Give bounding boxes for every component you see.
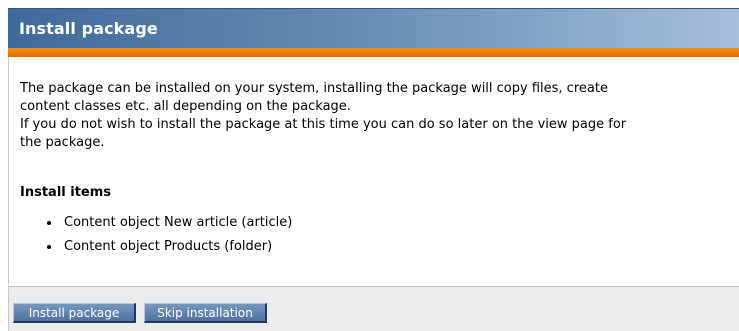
install-description: The package can be installed on your sys… — [20, 80, 739, 152]
install-items-heading: Install items — [20, 185, 112, 200]
install-items-list: Content object New article (article) Con… — [47, 214, 292, 262]
bullet-icon — [47, 221, 51, 225]
list-item-label: Content object New article (article) — [64, 215, 293, 230]
panel-content: The package can be installed on your sys… — [8, 57, 739, 285]
list-item-label: Content object Products (folder) — [64, 239, 273, 254]
list-item: Content object New article (article) — [47, 214, 292, 238]
panel-title: Install package — [19, 19, 158, 38]
skip-installation-button[interactable]: Skip installation — [144, 303, 267, 323]
bullet-icon — [47, 245, 51, 249]
header-accent-bar — [8, 48, 739, 57]
install-package-button[interactable]: Install package — [13, 303, 136, 323]
panel-header: Install package — [8, 8, 739, 48]
description-line: content classes etc. all depending on th… — [20, 99, 351, 114]
description-line: If you do not wish to install the packag… — [20, 117, 627, 132]
panel-footer: Install package Skip installation — [8, 286, 739, 331]
install-package-panel: Install package The package can be insta… — [8, 8, 739, 331]
list-item: Content object Products (folder) — [47, 238, 292, 262]
description-line: the package. — [20, 135, 105, 150]
description-line: The package can be installed on your sys… — [20, 81, 608, 96]
